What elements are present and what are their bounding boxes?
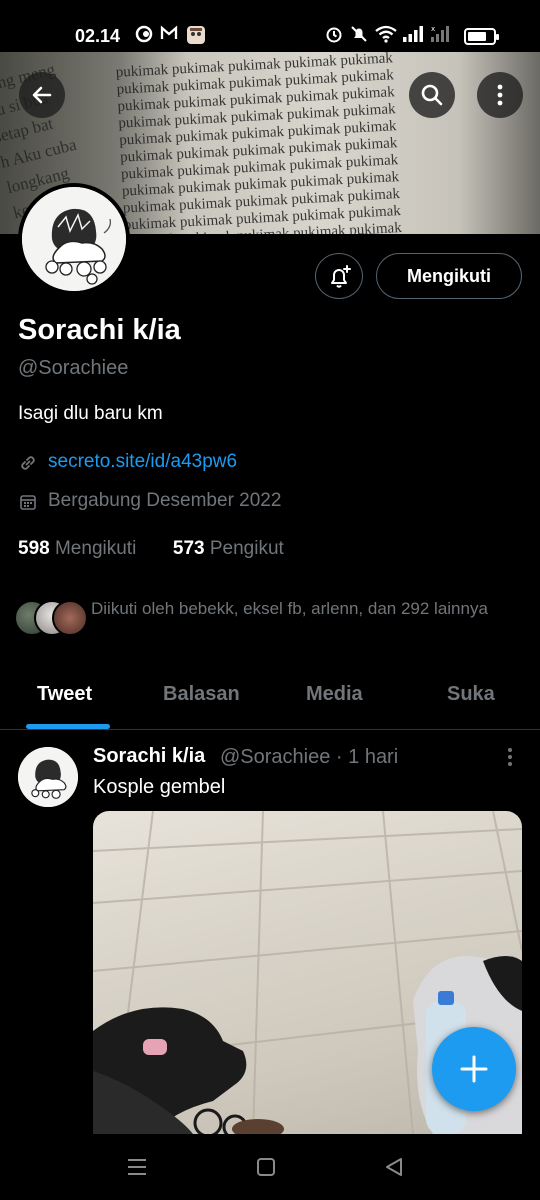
following-label: Mengikuti <box>54 538 137 559</box>
bell-plus-icon <box>331 265 351 288</box>
wifi-icon <box>375 25 397 47</box>
avatar-drawing <box>22 187 126 291</box>
battery-icon <box>464 28 499 45</box>
user-handle: @Sorachiee <box>18 357 129 379</box>
followers-count: 573 <box>172 538 205 559</box>
tweet-avatar[interactable] <box>18 747 78 807</box>
profile-tabs: Tweet Balasan Media Suka <box>0 667 540 730</box>
plus-icon <box>460 1055 488 1083</box>
link-icon <box>21 456 35 470</box>
svg-text:x: x <box>431 25 435 33</box>
follow-stats: 598 Mengikuti 573 Pengikut <box>18 538 284 560</box>
mute-icon <box>350 25 368 47</box>
profile-bio: Isagi dlu baru km <box>18 403 163 424</box>
triangle-back-icon <box>386 1158 402 1176</box>
tweet-more-button[interactable] <box>500 746 520 768</box>
profile-avatar[interactable] <box>18 183 130 295</box>
following-link[interactable]: 598 Mengikuti <box>18 538 136 559</box>
back-nav-button[interactable] <box>383 1156 405 1183</box>
tab-replies[interactable]: Balasan <box>163 683 240 706</box>
arrow-left-icon <box>32 86 52 104</box>
tweet-meta: @Sorachiee · 1 hari <box>220 746 399 768</box>
signal-2-icon: x <box>430 25 452 47</box>
back-button[interactable] <box>19 72 65 118</box>
tweet-author-name[interactable]: Sorachi k/ia <box>93 745 205 768</box>
following-button[interactable]: Mengikuti <box>376 253 522 299</box>
more-options-button[interactable] <box>477 72 523 118</box>
status-bar: 02.14 x <box>0 0 540 52</box>
app-icon <box>186 25 206 47</box>
search-button[interactable] <box>409 72 455 118</box>
menu-icon <box>128 1159 146 1175</box>
search-icon <box>421 84 443 106</box>
following-count: 598 <box>18 538 50 559</box>
signal-icon <box>402 25 424 47</box>
compose-tweet-button[interactable] <box>432 1027 516 1111</box>
ring-icon <box>135 25 153 47</box>
followed-by-avatars[interactable] <box>14 600 88 640</box>
profile-link[interactable]: secreto.site/id/a43pw6 <box>48 451 237 473</box>
followers-link[interactable]: 573 Pengikut <box>173 538 284 559</box>
status-time: 02.14 <box>75 26 121 46</box>
tab-likes[interactable]: Suka <box>447 683 495 706</box>
notify-button[interactable] <box>315 253 363 299</box>
calendar-icon <box>20 495 36 510</box>
tab-media[interactable]: Media <box>306 683 363 706</box>
home-button[interactable] <box>255 1156 277 1183</box>
alarm-icon <box>325 25 343 47</box>
active-tab-indicator <box>26 724 110 729</box>
avatar-drawing <box>18 747 78 807</box>
square-icon <box>257 1158 275 1176</box>
banner-repeated-text: pukimak pukimak pukimak pukimak pukimak p… <box>115 52 454 234</box>
more-vertical-icon <box>508 748 512 766</box>
followed-by-text[interactable]: Diikuti oleh bebekk, eksel fb, arlenn, d… <box>91 596 511 621</box>
more-vertical-icon <box>497 84 503 106</box>
tab-tweet[interactable]: Tweet <box>37 683 92 706</box>
joined-date: Bergabung Desember 2022 <box>48 490 282 511</box>
avatar <box>52 600 88 636</box>
followers-label: Pengikut <box>209 538 284 559</box>
gmail-icon <box>160 25 178 47</box>
recent-apps-button[interactable] <box>126 1156 148 1183</box>
tweet-text: Kosple gembel <box>93 776 226 798</box>
system-nav-bar <box>0 1134 540 1200</box>
display-name: Sorachi k/ia <box>18 314 181 346</box>
